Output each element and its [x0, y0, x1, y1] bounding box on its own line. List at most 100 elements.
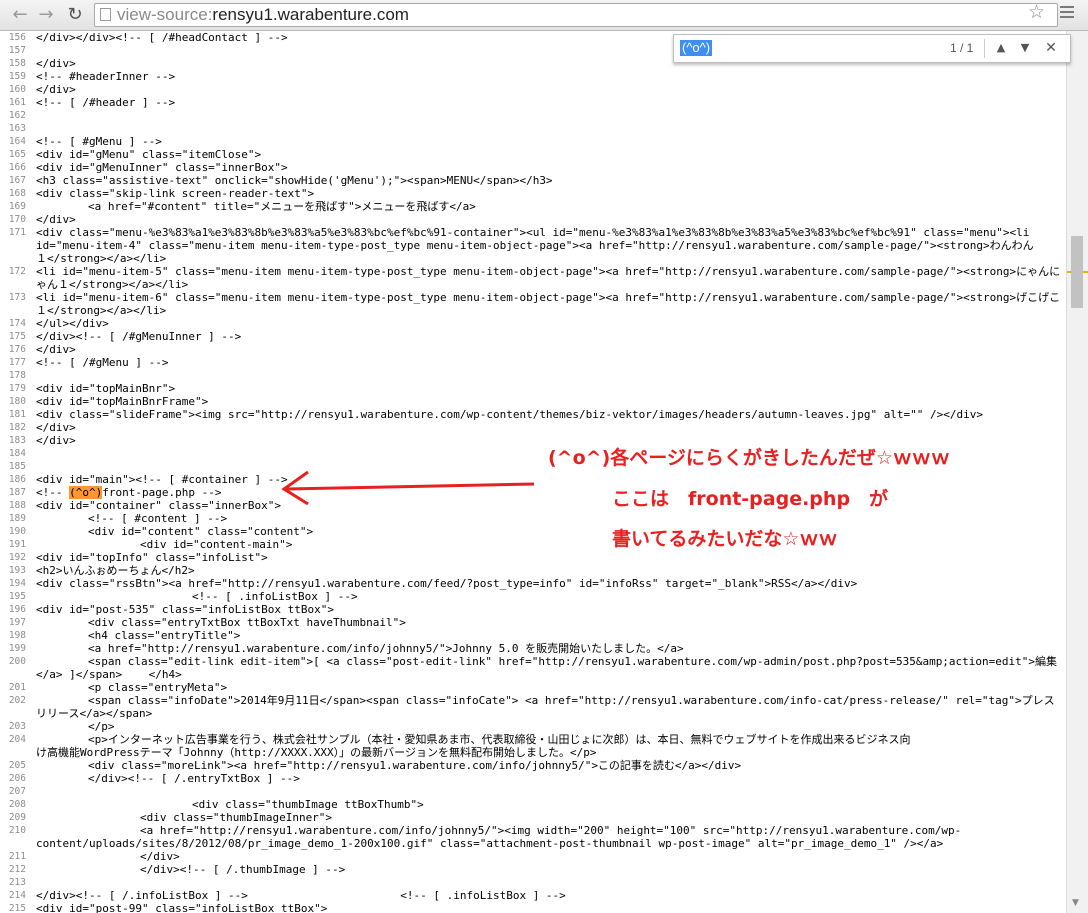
source-line: 170 </div> — [0, 213, 1066, 226]
source-line: 179 <div id="topMainBnr"> — [0, 382, 1066, 395]
hamburger-menu-icon[interactable] — [1060, 6, 1074, 21]
line-number: 211 — [8, 851, 26, 862]
scrollbar-thumb[interactable] — [1071, 236, 1083, 308]
line-text: <!-- #headerInner --> — [36, 70, 176, 83]
source-line: １</strong></a></li> — [0, 304, 1066, 317]
find-input[interactable]: (^o^) — [680, 40, 713, 56]
line-text: </div></div><!-- [ /#headContact ] --> — [36, 31, 288, 44]
line-number: 214 — [8, 890, 26, 901]
line-number: 160 — [8, 84, 26, 95]
source-line: 210 <a href="http://rensyu1.warabenture.c… — [0, 824, 1066, 837]
source-line: id="menu-item-4" class="menu-item menu-i… — [0, 239, 1066, 252]
line-number: 192 — [8, 552, 26, 563]
source-line: 162 — [0, 109, 1066, 122]
source-line: 161 <!-- [ /#header ] --> — [0, 96, 1066, 109]
line-text: <div class="thumbImage ttBoxThumb"> — [192, 798, 424, 811]
line-text: </div> — [36, 57, 76, 70]
back-arrow-icon[interactable]: ← — [8, 3, 32, 27]
line-text: <div id="gMenuInner" class="innerBox"> — [36, 161, 288, 174]
source-line: 203 </p> — [0, 720, 1066, 733]
line-number: 172 — [8, 266, 26, 277]
star-icon[interactable]: ☆ — [1028, 1, 1045, 23]
vertical-scrollbar[interactable]: ▼ — [1066, 31, 1088, 913]
line-number: 158 — [8, 58, 26, 69]
line-number: 175 — [8, 331, 26, 342]
line-number: 185 — [8, 461, 26, 472]
line-text: </div> — [36, 434, 76, 447]
line-text: </div> — [140, 850, 180, 863]
line-text: <div class="slideFrame"><img src="http:/… — [36, 408, 984, 421]
browser-toolbar: ← → ↻ view-source:rensyu1.warabenture.co… — [0, 0, 1088, 31]
source-line: 196 <div id="post-535" class="infoListBox… — [0, 603, 1066, 616]
line-text: <!-- [ #content ] --> — [88, 512, 228, 525]
source-line: 163 — [0, 122, 1066, 135]
source-line: １</strong></a></li> — [0, 252, 1066, 265]
source-line: 193 <h2>いんふぉめーちょん</h2> — [0, 564, 1066, 577]
annotation-line-2: ここは front-page.php が — [612, 488, 889, 510]
line-number: 200 — [8, 656, 26, 667]
line-number: 167 — [8, 175, 26, 186]
source-line: 168 <div class="skip-link screen-reader-t… — [0, 187, 1066, 200]
line-text: <li id="menu-item-6" class="menu-item me… — [36, 291, 1061, 304]
line-text: </div><!-- [ /#gMenuInner ] --> — [36, 330, 242, 343]
line-number: 178 — [8, 370, 26, 381]
line-number: 165 — [8, 149, 26, 160]
line-number: 170 — [8, 214, 26, 225]
source-line: 199 <a href="http://rensyu1.warabenture.c… — [0, 642, 1066, 655]
reload-icon[interactable]: ↻ — [63, 3, 87, 27]
line-number: 193 — [8, 565, 26, 576]
line-number: 215 — [8, 903, 26, 913]
line-text: <a href="#content" title="メニューを飛ばす">メニュー… — [88, 200, 476, 213]
line-number: 171 — [8, 227, 26, 238]
line-text: <li id="menu-item-5" class="menu-item me… — [36, 265, 1061, 278]
line-number: 197 — [8, 617, 26, 628]
line-text: け高機能WordPressテーマ「Johnny（http://XXXX.XXX）… — [36, 746, 597, 759]
line-text: <h4 class="entryTitle"> — [88, 629, 241, 642]
chevron-up-icon[interactable]: ▲ — [990, 37, 1012, 59]
line-number: 213 — [8, 877, 26, 888]
scroll-down-icon[interactable]: ▼ — [1072, 898, 1079, 908]
line-number: 209 — [8, 812, 26, 823]
line-text: <!-- (^o^)front-page.php --> — [36, 486, 222, 499]
line-number: 177 — [8, 357, 26, 368]
line-number: 179 — [8, 383, 26, 394]
line-text: <div id="content-main"> — [140, 538, 293, 551]
source-line: 201 <p class="entryMeta"> — [0, 681, 1066, 694]
address-bar[interactable]: view-source:rensyu1.warabenture.com — [94, 3, 1058, 27]
find-match-highlight: (^o^) — [69, 486, 103, 499]
line-number: 162 — [8, 110, 26, 121]
line-text: <p class="entryMeta"> — [88, 681, 228, 694]
line-text: <div id="topMainBnrFrame"> — [36, 395, 209, 408]
source-line: 172 <li id="menu-item-5" class="menu-item… — [0, 265, 1066, 278]
source-line: 197 <div class="entryTxtBox ttBoxTxt have… — [0, 616, 1066, 629]
close-icon[interactable]: ✕ — [1040, 37, 1062, 59]
line-number: 191 — [8, 539, 26, 550]
source-line: 211 </div> — [0, 850, 1066, 863]
line-text: <div class="rssBtn"><a href="http://rens… — [36, 577, 858, 590]
line-number: 186 — [8, 474, 26, 485]
chevron-down-icon[interactable]: ▼ — [1014, 37, 1036, 59]
line-text: <div class="moreLink"><a href="http://re… — [88, 759, 742, 772]
forward-arrow-icon[interactable]: → — [34, 3, 58, 27]
source-line: 208 <div class="thumbImage ttBoxThumb"> — [0, 798, 1066, 811]
line-text: <p>インターネット広告事業を行う、株式会社サンプル（本社・愛知県あま市、代表取… — [88, 733, 911, 746]
line-text: </div><!-- [ /.infoListBox ] --> <!-- [ … — [36, 889, 566, 902]
source-line: 166 <div id="gMenuInner" class="innerBox"… — [0, 161, 1066, 174]
line-text: <div class="skip-link screen-reader-text… — [36, 187, 315, 200]
source-line: 212 </div><!-- [ /.thumbImage ] --> — [0, 863, 1066, 876]
line-text: <div id="post-535" class="infoListBox tt… — [36, 603, 335, 616]
source-line: ゃん１</strong></a></li> — [0, 278, 1066, 291]
line-number: 173 — [8, 292, 26, 303]
line-number: 168 — [8, 188, 26, 199]
line-text: １</strong></a></li> — [36, 252, 167, 265]
line-number: 212 — [8, 864, 26, 875]
line-number: 195 — [8, 591, 26, 602]
line-number: 201 — [8, 682, 26, 693]
line-text: <h2>いんふぉめーちょん</h2> — [36, 564, 195, 577]
line-number: 198 — [8, 630, 26, 641]
line-number: 207 — [8, 786, 26, 797]
address-scheme: view-source: — [117, 5, 213, 24]
source-line: 200 <span class="edit-link edit-item">[ <… — [0, 655, 1066, 668]
annotation-arrow-icon — [281, 470, 535, 506]
source-line: 171 <div class="menu-%e3%83%a1%e3%83%8b%e… — [0, 226, 1066, 239]
